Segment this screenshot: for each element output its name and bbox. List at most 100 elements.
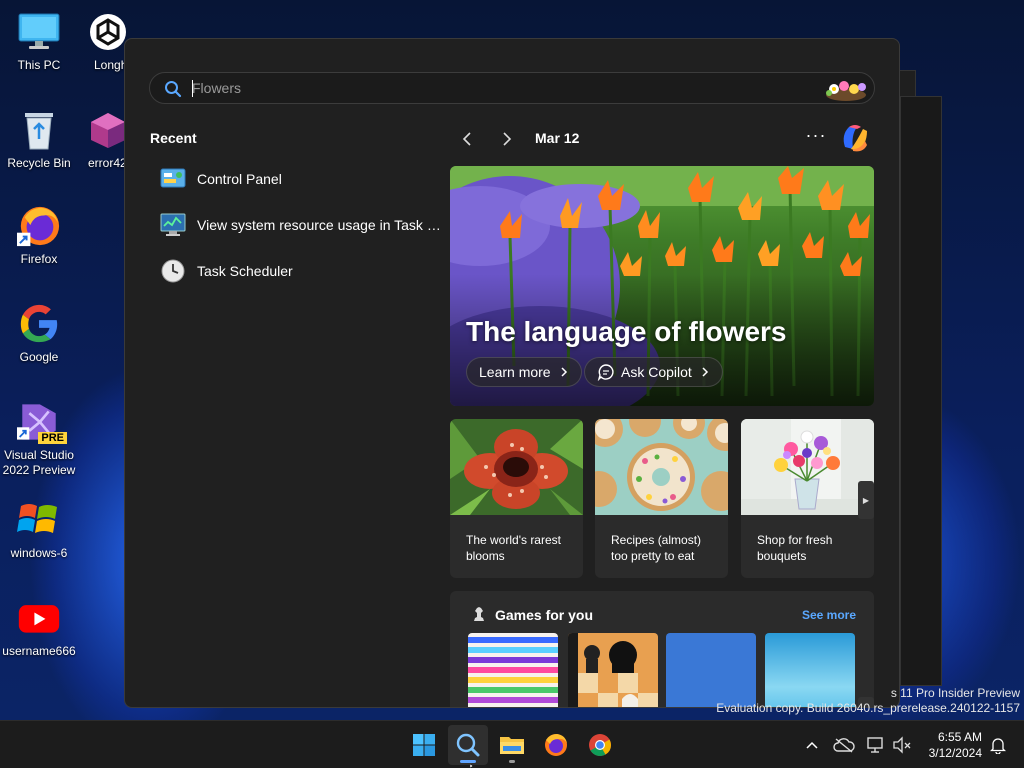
more-options-button[interactable]: ··· bbox=[803, 125, 829, 151]
rafflesia-image bbox=[450, 419, 583, 515]
search-icon bbox=[456, 733, 480, 757]
chevron-right-icon bbox=[702, 367, 708, 377]
firefox-icon bbox=[17, 204, 61, 248]
card-pretty-recipes[interactable]: Recipes (almost) too pretty to eat bbox=[595, 419, 728, 578]
control-panel-icon bbox=[159, 165, 187, 193]
search-input[interactable] bbox=[192, 78, 792, 98]
recent-item-label: Control Panel bbox=[197, 171, 282, 187]
game-tile[interactable] bbox=[568, 633, 658, 707]
taskbar: 6:55 AM 3/12/2024 bbox=[0, 720, 1024, 768]
firefox-icon bbox=[545, 734, 567, 756]
folder-icon bbox=[500, 737, 524, 754]
show-hidden-icons-button[interactable] bbox=[800, 733, 824, 757]
cards-scroll-right-button[interactable]: ▶ bbox=[858, 481, 874, 519]
desktop-icon-label: Firefox bbox=[20, 252, 58, 266]
watermark-edition: s 11 Pro Insider Preview bbox=[890, 686, 1020, 700]
flowers-doodle-icon[interactable] bbox=[822, 76, 870, 102]
google-icon bbox=[17, 302, 61, 346]
recent-item-control-panel[interactable]: Control Panel bbox=[149, 161, 445, 197]
watermark-build: Evaluation copy. Build 26040.rs_prerelea… bbox=[716, 701, 1020, 715]
desktop-icon-youtube[interactable]: username666 bbox=[0, 596, 78, 659]
hero-title: The language of flowers bbox=[466, 316, 787, 347]
taskbar-chrome-button[interactable] bbox=[580, 725, 620, 765]
text-caret bbox=[192, 80, 193, 97]
mouse-cursor-icon bbox=[470, 764, 474, 768]
search-box[interactable] bbox=[149, 72, 875, 104]
network-icon bbox=[867, 737, 883, 753]
card-fresh-bouquets[interactable]: Shop for fresh bouquets bbox=[741, 419, 874, 578]
clock-date: 3/12/2024 bbox=[928, 746, 982, 760]
next-arrow-button[interactable] bbox=[495, 127, 519, 151]
youtube-icon bbox=[17, 596, 61, 640]
flower-cookies-image bbox=[595, 419, 728, 515]
highlights-date: Mar 12 bbox=[535, 130, 580, 146]
task-manager-icon bbox=[159, 211, 187, 239]
search-icon bbox=[164, 80, 182, 103]
monitor-icon bbox=[17, 10, 61, 54]
bouquet-image bbox=[741, 419, 874, 515]
copilot-icon[interactable] bbox=[837, 121, 871, 155]
bell-icon bbox=[990, 738, 1006, 754]
desktop-icon-label: This PC bbox=[17, 58, 61, 72]
desktop-icon-recycle-bin[interactable]: Recycle Bin bbox=[0, 108, 78, 171]
background-window bbox=[900, 96, 942, 686]
desktop-icon-firefox[interactable]: Firefox bbox=[0, 204, 78, 267]
recent-item-label: View system resource usage in Task Manag… bbox=[197, 217, 443, 233]
desktop-icon-google[interactable]: Google bbox=[0, 302, 78, 365]
recent-item-task-manager[interactable]: View system resource usage in Task Manag… bbox=[149, 207, 445, 243]
active-indicator bbox=[460, 760, 476, 763]
visual-studio-icon: PRE bbox=[17, 400, 67, 444]
clock[interactable]: 6:55 AM 3/12/2024 bbox=[922, 729, 982, 761]
chevron-left-icon bbox=[462, 132, 471, 146]
ask-copilot-button[interactable]: Ask Copilot bbox=[584, 357, 723, 387]
hero-card[interactable]: The language of flowers Learn more Ask C… bbox=[450, 166, 874, 406]
desktop-icon-label: username666 bbox=[2, 644, 76, 658]
desktop-icon-this-pc[interactable]: This PC bbox=[0, 10, 78, 73]
card-caption: Recipes (almost) too pretty to eat bbox=[611, 533, 702, 563]
see-more-link[interactable]: See more bbox=[802, 608, 856, 622]
recent-item-label: Task Scheduler bbox=[197, 263, 293, 279]
cloud-offline-icon bbox=[833, 738, 855, 753]
desktop-icon-label: Visual Studio 2022 Preview bbox=[2, 448, 76, 477]
color-stripes-game-image bbox=[468, 633, 558, 707]
network-button[interactable] bbox=[864, 733, 888, 757]
card-caption: Shop for fresh bouquets bbox=[757, 533, 833, 563]
recent-item-task-scheduler[interactable]: Task Scheduler bbox=[149, 253, 445, 289]
recent-heading: Recent bbox=[150, 130, 197, 146]
notifications-button[interactable] bbox=[986, 733, 1010, 757]
desktop-icon-visual-studio[interactable]: PRE Visual Studio 2022 Preview bbox=[0, 400, 78, 478]
speaker-muted-icon bbox=[893, 736, 911, 754]
ask-copilot-label: Ask Copilot bbox=[621, 364, 692, 380]
clock-time: 6:55 AM bbox=[937, 730, 982, 744]
games-title: Games for you bbox=[495, 607, 594, 623]
desktop-icon-windows-6[interactable]: windows-6 bbox=[0, 498, 78, 561]
triangle-right-icon: ▶ bbox=[862, 495, 870, 505]
chevron-up-icon bbox=[806, 741, 818, 749]
game-tile[interactable] bbox=[468, 633, 558, 707]
chrome-icon bbox=[589, 734, 611, 756]
card-rarest-blooms[interactable]: The world's rarest blooms bbox=[450, 419, 583, 578]
learn-more-button[interactable]: Learn more bbox=[466, 357, 582, 387]
file-explorer-button[interactable] bbox=[492, 725, 532, 765]
recycle-bin-icon bbox=[17, 108, 61, 152]
volume-button[interactable] bbox=[890, 733, 914, 757]
desktop-icon-label: Recycle Bin bbox=[7, 156, 71, 170]
running-indicator bbox=[509, 760, 515, 763]
search-panel: Recent Control Panel View system resourc… bbox=[124, 38, 900, 708]
chat-bubble-icon bbox=[597, 364, 614, 381]
build-watermark: s 11 Pro Insider Preview Evaluation copy… bbox=[716, 686, 1020, 716]
card-caption: The world's rarest blooms bbox=[466, 533, 561, 563]
task-scheduler-icon bbox=[159, 257, 187, 285]
onedrive-button[interactable] bbox=[832, 733, 856, 757]
windows-flag-icon bbox=[17, 498, 61, 542]
chess-game-image bbox=[568, 633, 658, 707]
chess-icon bbox=[470, 605, 488, 628]
windows-logo-icon bbox=[413, 734, 435, 756]
pre-badge: PRE bbox=[38, 432, 67, 444]
chevron-right-icon bbox=[503, 132, 512, 146]
previous-arrow-button[interactable] bbox=[455, 127, 479, 151]
taskbar-firefox-button[interactable] bbox=[536, 725, 576, 765]
start-button[interactable] bbox=[404, 725, 444, 765]
desktop-icon-label: Google bbox=[19, 350, 59, 364]
taskbar-search-button[interactable] bbox=[448, 725, 488, 765]
